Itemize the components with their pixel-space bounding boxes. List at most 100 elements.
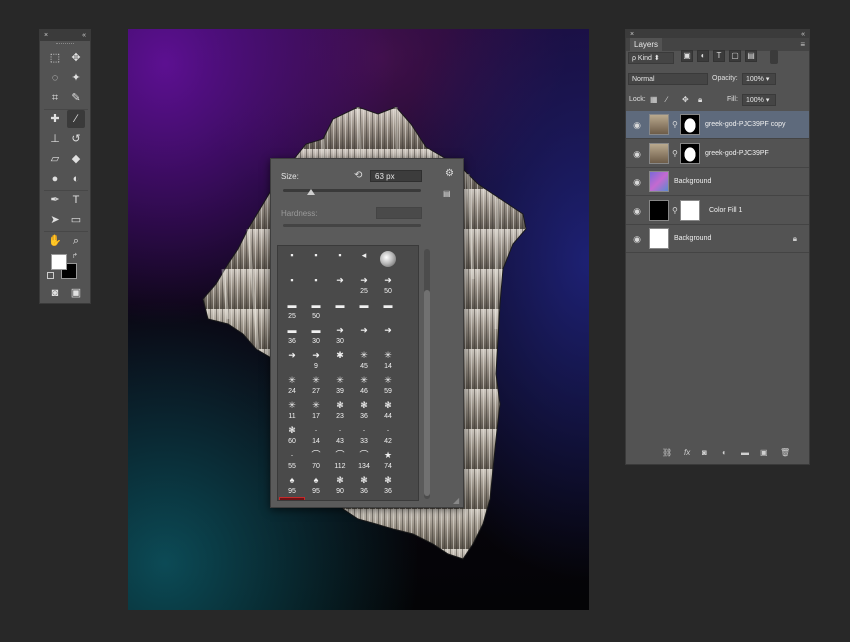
crop-tool-icon[interactable]: ⌗ <box>46 89 64 107</box>
fill-input[interactable]: 100% ▾ <box>742 94 776 106</box>
pen-tool-icon[interactable]: ✒ <box>46 191 64 209</box>
blend-mode-select[interactable]: Normal <box>628 73 708 85</box>
lock-transparent-icon[interactable]: ▦ <box>650 95 658 104</box>
brush-preset[interactable] <box>376 248 400 273</box>
brush-preset[interactable]: ❃ 90 <box>328 473 352 498</box>
quick-mask-icon[interactable]: ◙ <box>46 284 64 302</box>
brush-preset[interactable]: ▪ <box>280 273 304 298</box>
brush-preset[interactable]: ✳ 59 <box>376 373 400 398</box>
brush-preset[interactable]: ⌒ 70 <box>304 448 328 473</box>
brush-preset[interactable]: ❃63 <box>304 498 328 500</box>
layer-name[interactable]: Background <box>674 178 711 185</box>
default-colors-icon[interactable] <box>47 272 54 279</box>
brush-preset[interactable]: ✳ 39 <box>328 373 352 398</box>
brush-preset[interactable]: ➜ <box>376 323 400 348</box>
reset-size-icon[interactable]: ⟲ <box>354 170 362 181</box>
layer-thumbnail[interactable] <box>649 171 669 192</box>
brush-preset[interactable]: · 43 <box>328 423 352 448</box>
new-layer-icon[interactable]: ▣ <box>760 448 768 457</box>
close-icon[interactable]: × <box>630 31 634 38</box>
eraser-tool-icon[interactable]: ▱ <box>46 150 64 168</box>
brush-preset[interactable]: ❃ 60 <box>280 423 304 448</box>
type-tool-icon[interactable]: T <box>67 191 85 209</box>
layer-mask-thumbnail[interactable] <box>680 142 700 164</box>
brush-preset[interactable]: ✳ 17 <box>304 398 328 423</box>
dodge-tool-icon[interactable]: ◐ <box>67 170 85 188</box>
size-slider-track[interactable] <box>283 189 421 192</box>
visibility-eye-icon[interactable]: ◉ <box>632 206 642 216</box>
brush-preset[interactable]: ◂ <box>352 248 376 273</box>
brush-preset[interactable]: ▬ 25 <box>280 298 304 323</box>
trash-icon[interactable]: 🗑︎ <box>780 448 790 457</box>
opacity-input[interactable]: 100% ▾ <box>742 73 776 85</box>
presets-scrollbar-thumb[interactable] <box>424 290 430 496</box>
visibility-eye-icon[interactable]: ◉ <box>632 149 642 159</box>
healing-tool-icon[interactable]: ✚ <box>46 110 64 128</box>
brush-preset[interactable]: ❃ 23 <box>328 398 352 423</box>
brush-preset[interactable]: ➜ <box>328 273 352 298</box>
brush-preset[interactable]: · 55 <box>280 448 304 473</box>
visibility-eye-icon[interactable]: ◉ <box>632 234 642 244</box>
group-icon[interactable]: ▬ <box>741 448 749 457</box>
marquee-tool-icon[interactable]: ⬚ <box>46 49 64 67</box>
brush-preset[interactable]: ❃63 <box>376 498 400 500</box>
mask-link-icon[interactable]: ⚲ <box>672 149 678 158</box>
path-selection-tool-icon[interactable]: ➤ <box>46 211 64 229</box>
brush-preset[interactable]: ❃ 36 <box>352 398 376 423</box>
brush-preset[interactable]: ▬ <box>352 298 376 323</box>
hardness-input[interactable] <box>376 207 422 219</box>
lock-all-icon[interactable]: 🔒︎ <box>698 95 702 105</box>
brush-preset[interactable]: ➜ <box>280 348 304 373</box>
filter-type-icon[interactable]: T <box>713 50 725 62</box>
brush-preset[interactable]: ➜ 30 <box>328 323 352 348</box>
lock-position-icon[interactable]: ✥ <box>682 95 689 104</box>
brush-tool-icon[interactable]: ∕ <box>67 110 85 128</box>
brush-preset[interactable]: ❃66 <box>328 498 352 500</box>
lasso-tool-icon[interactable]: ◌ <box>46 69 64 87</box>
brush-preset[interactable]: ❃ 44 <box>376 398 400 423</box>
swap-colors-icon[interactable]: ↱ <box>72 252 78 260</box>
brush-preset[interactable]: ➜ 50 <box>376 273 400 298</box>
collapse-icon[interactable]: « <box>801 31 805 38</box>
history-brush-tool-icon[interactable]: ↺ <box>67 130 85 148</box>
move-tool-icon[interactable]: ✥ <box>67 49 85 67</box>
filter-kind-select[interactable]: ρ Kind ⬍ <box>628 52 674 64</box>
new-preset-icon[interactable]: ▤ <box>443 189 451 198</box>
brush-preset[interactable]: ▪ <box>304 248 328 273</box>
layer-name[interactable]: Color Fill 1 <box>709 207 742 214</box>
shape-tool-icon[interactable]: ▭ <box>67 211 85 229</box>
paint-bucket-tool-icon[interactable]: ◆ <box>67 150 85 168</box>
panel-menu-icon[interactable]: ≡ <box>800 40 805 49</box>
brush-preset[interactable]: ❃ 36 <box>376 473 400 498</box>
brush-preset[interactable]: ❃ 36 <box>352 473 376 498</box>
layer-name[interactable]: greek-god-PJC39PF <box>705 150 769 157</box>
panel-grip[interactable] <box>40 41 90 47</box>
fx-icon[interactable]: fx <box>684 448 690 457</box>
size-slider-knob[interactable] <box>306 189 315 195</box>
filter-shape-icon[interactable]: ▢ <box>729 50 741 62</box>
brush-preset[interactable]: ✳ 27 <box>304 373 328 398</box>
foreground-color-swatch[interactable] <box>51 254 67 270</box>
visibility-eye-icon[interactable]: ◉ <box>632 177 642 187</box>
brush-preset[interactable]: ⌒ 134 <box>352 448 376 473</box>
brush-preset[interactable]: ✳ 45 <box>352 348 376 373</box>
brush-preset[interactable]: · 14 <box>304 423 328 448</box>
eyedropper-tool-icon[interactable]: ✎ <box>67 89 85 107</box>
mask-icon[interactable]: ◙ <box>702 448 707 457</box>
brush-preset-selected[interactable]: ❃33 <box>279 497 305 500</box>
brush-preset[interactable]: ♠ 95 <box>280 473 304 498</box>
brush-preset[interactable]: ▬ 30 <box>304 323 328 348</box>
filter-pixel-icon[interactable]: ▣ <box>681 50 693 62</box>
filter-toggle[interactable] <box>770 50 778 64</box>
layer-row[interactable]: ◉ Background 🔒︎ <box>626 225 809 253</box>
brush-preset[interactable]: ✱ <box>328 348 352 373</box>
clone-stamp-tool-icon[interactable]: ⊥ <box>46 130 64 148</box>
layer-mask-thumbnail[interactable] <box>680 199 700 221</box>
zoom-tool-icon[interactable]: ⌕ <box>67 232 85 250</box>
screen-mode-icon[interactable]: ▣ <box>67 284 85 302</box>
gear-icon[interactable]: ⚙ <box>445 168 454 179</box>
blur-tool-icon[interactable]: ● <box>46 170 64 188</box>
close-icon[interactable]: × <box>44 32 48 39</box>
brush-preset[interactable]: ▪ <box>304 273 328 298</box>
brush-preset[interactable]: ▪ <box>280 248 304 273</box>
